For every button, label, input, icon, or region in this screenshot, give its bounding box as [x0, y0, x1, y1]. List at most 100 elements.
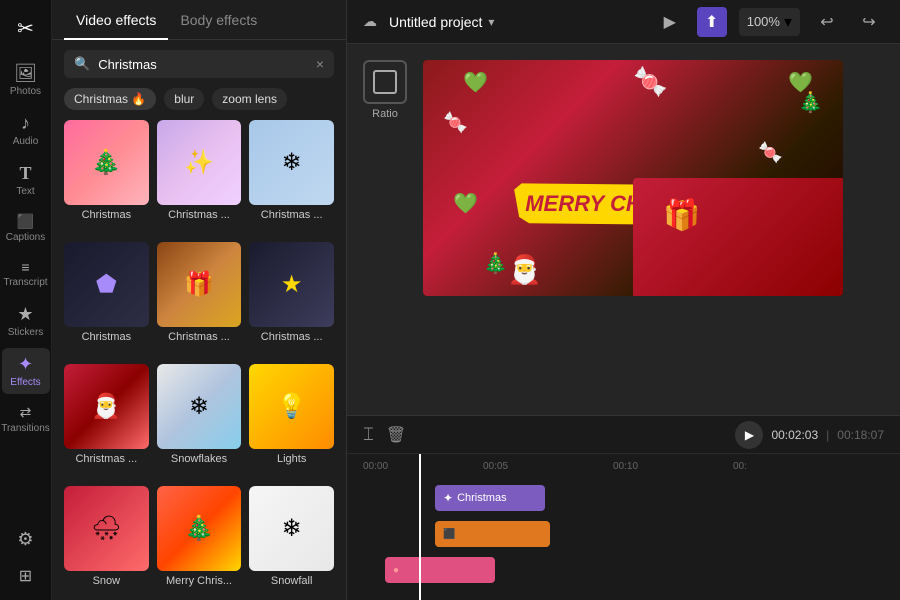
clip-christmas-label: Christmas [457, 492, 507, 504]
delete-tool-button[interactable]: 🗑 [386, 425, 406, 445]
search-area: 🔍 × [52, 40, 346, 88]
sidebar-item-more[interactable]: ⚙ [2, 523, 50, 556]
playback-info: ▶ 00:02:03 | 00:18:07 [735, 421, 884, 449]
app-logo: ✂ [9, 8, 42, 49]
effect-thumb-12: ❄ [249, 486, 334, 571]
sidebar-item-text[interactable]: T Text [2, 157, 50, 203]
grid-icon: ⊞ [19, 566, 32, 586]
tab-video-effects[interactable]: Video effects [64, 0, 168, 40]
effects-icon: ✦ [18, 354, 33, 375]
video-preview: 💚 💚 🎄 🍬 💚 💚 🎄 🍬 🎄 🍬 🎅 MERRY CHIRSTMAS [423, 60, 843, 296]
split-tool-button[interactable]: ⌶ [363, 424, 374, 445]
ratio-panel: Ratio [363, 60, 407, 120]
filter-christmas[interactable]: Christmas 🔥 [64, 88, 156, 110]
effect-label-3: Christmas ... [249, 209, 334, 221]
gift-box: 🎁 [633, 178, 843, 296]
deco-1: 💚 [463, 70, 488, 95]
ratio-label: Ratio [372, 108, 398, 120]
gift-box-icon: 🎁 [663, 198, 700, 233]
effect-thumb-4: ⬟ [64, 242, 149, 327]
effect-label-6: Christmas ... [249, 331, 334, 343]
effect-thumb-5: 🎁 [157, 242, 242, 327]
effect-label-2: Christmas ... [157, 209, 242, 221]
play-preview-button[interactable]: ▶ [655, 7, 685, 37]
export-button[interactable]: ⬆ [697, 7, 727, 37]
effect-thumb-8: ❄ [157, 364, 242, 449]
search-input[interactable] [98, 57, 308, 72]
timeline-content: 00:00 00:05 00:10 00: ✦ Christmas [347, 454, 900, 600]
sidebar-item-effects[interactable]: ✦ Effects [2, 348, 50, 394]
sidebar-item-captions[interactable]: ⬛ Captions [2, 207, 50, 249]
tab-body-effects[interactable]: Body effects [168, 0, 269, 40]
deco-8: 🍬 [758, 140, 783, 165]
effect-item-3[interactable]: ❄ Christmas ... [249, 120, 334, 234]
playhead[interactable] [419, 454, 421, 600]
search-clear-button[interactable]: × [316, 56, 324, 72]
total-time: 00:18:07 [837, 428, 884, 442]
deco-9: 🎄 [483, 251, 508, 276]
ratio-button[interactable] [363, 60, 407, 104]
effect-label-9: Lights [249, 453, 334, 465]
ruler-tick-1: 00:05 [483, 461, 508, 472]
effect-label-7: Christmas ... [64, 453, 149, 465]
filter-zoom[interactable]: zoom lens [212, 88, 287, 110]
stickers-icon: ★ [17, 304, 33, 325]
effect-item-6[interactable]: ★ Christmas ... [249, 242, 334, 356]
effect-thumb-7: 🎅 [64, 364, 149, 449]
zoom-value: 100% [747, 14, 780, 29]
text-icon: T [19, 163, 31, 184]
sidebar-item-stickers[interactable]: ★ Stickers [2, 298, 50, 344]
effect-item-4[interactable]: ⬟ Christmas [64, 242, 149, 356]
effect-item-12[interactable]: ❄ Snowfall [249, 486, 334, 600]
undo-button[interactable]: ↩ [812, 7, 842, 37]
effect-item-9[interactable]: 💡 Lights [249, 364, 334, 478]
filter-blur[interactable]: blur [164, 88, 204, 110]
panel-tabs: Video effects Body effects [52, 0, 346, 40]
clip-christmas[interactable]: ✦ Christmas [435, 485, 545, 511]
sidebar-item-transitions[interactable]: ⇄ Transitions [2, 398, 50, 440]
project-name[interactable]: Untitled project ▾ [389, 14, 494, 30]
project-title: Untitled project [389, 14, 482, 30]
filter-tags: Christmas 🔥 blur zoom lens [52, 88, 346, 120]
effect-item-11[interactable]: 🎄 Merry Chris... [157, 486, 242, 600]
zoom-control[interactable]: 100% ▾ [739, 8, 800, 36]
sidebar-item-photos[interactable]: 🖼 Photos [2, 57, 50, 103]
project-dropdown-icon: ▾ [488, 15, 494, 29]
sidebar-item-grid[interactable]: ⊞ [2, 560, 50, 592]
sidebar-label-stickers: Stickers [8, 327, 44, 338]
photos-icon: 🖼 [14, 63, 37, 84]
effect-thumb-1: 🎄 [64, 120, 149, 205]
effect-item-2[interactable]: ✨ Christmas ... [157, 120, 242, 234]
deco-3: 🎄 [798, 90, 823, 115]
effect-label-12: Snowfall [249, 575, 334, 587]
sidebar-item-audio[interactable]: ♪ Audio [2, 107, 50, 153]
sidebar-item-transcript[interactable]: ≡ Transcript [2, 253, 50, 294]
canvas-area: Ratio 💚 💚 🎄 🍬 💚 💚 🎄 🍬 🎄 🍬 [347, 44, 900, 415]
effect-thumb-2: ✨ [157, 120, 242, 205]
effect-item-1[interactable]: 🎄 Christmas [64, 120, 149, 234]
icon-sidebar: ✂ 🖼 Photos ♪ Audio T Text ⬛ Captions ≡ T… [0, 0, 52, 600]
more-icon: ⚙ [17, 529, 33, 550]
transitions-icon: ⇄ [20, 404, 32, 421]
video-content: 💚 💚 🎄 🍬 💚 💚 🎄 🍬 🎄 🍬 🎅 MERRY CHIRSTMAS [423, 60, 843, 296]
play-button[interactable]: ▶ [735, 421, 763, 449]
clip-christmas-icon: ✦ [443, 491, 453, 505]
logo-icon: ✂ [17, 18, 34, 40]
deco-6: 💚 [453, 191, 478, 216]
effect-item-10[interactable]: 🌨 Snow [64, 486, 149, 600]
effect-label-11: Merry Chris... [157, 575, 242, 587]
clip-pink[interactable]: ● [385, 557, 495, 583]
playhead-triangle [415, 454, 425, 455]
track-row-2: ⬛ [363, 518, 884, 550]
sidebar-label-text: Text [16, 186, 34, 197]
zoom-chevron-icon: ▾ [784, 12, 792, 32]
timeline-tracks: 00:00 00:05 00:10 00: ✦ Christmas [347, 454, 900, 600]
effect-item-7[interactable]: 🎅 Christmas ... [64, 364, 149, 478]
effect-label-4: Christmas [64, 331, 149, 343]
effects-grid: 🎄 Christmas ✨ Christmas ... ❄ Christmas … [52, 120, 346, 600]
effect-item-5[interactable]: 🎁 Christmas ... [157, 242, 242, 356]
effect-item-8[interactable]: ❄ Snowflakes [157, 364, 242, 478]
redo-button[interactable]: ↪ [854, 7, 884, 37]
current-time: 00:02:03 [771, 428, 818, 442]
clip-orange[interactable]: ⬛ [435, 521, 550, 547]
